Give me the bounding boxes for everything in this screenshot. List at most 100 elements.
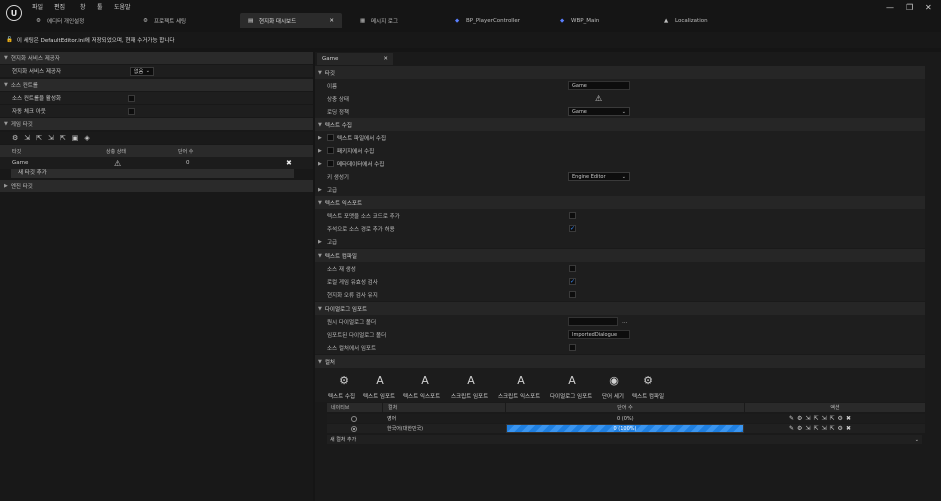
tab-project-settings[interactable]: ⚙ 프로젝트 세팅	[135, 13, 194, 28]
import-text-icon[interactable]: A	[371, 374, 389, 390]
export-icon[interactable]: ⇱	[813, 415, 818, 422]
section-target[interactable]: ▼ 타깃	[315, 66, 925, 79]
count-icon[interactable]: ◈	[84, 134, 89, 142]
load-policy-dropdown[interactable]: Game ⌄	[568, 107, 630, 116]
export-text-icon[interactable]: A	[416, 374, 434, 390]
close-icon[interactable]: ✕	[383, 56, 388, 62]
dialogue-3-checkbox[interactable]	[569, 344, 576, 351]
export-script-icon[interactable]: A	[512, 374, 530, 390]
script-import-icon[interactable]: ⇲	[821, 415, 826, 422]
menu-file[interactable]: 파일	[32, 2, 43, 11]
gather-icon[interactable]: ⚙	[12, 134, 18, 142]
gather-metadata-checkbox[interactable]	[327, 160, 334, 167]
export-1-checkbox[interactable]	[569, 212, 576, 219]
col-native[interactable]: 네이티브	[327, 403, 382, 412]
export-2-checkbox[interactable]: ✓	[569, 225, 576, 232]
import-dialogue-icon[interactable]: A	[563, 374, 581, 390]
col-culture[interactable]: 컬처	[383, 403, 505, 412]
service-provider-dropdown[interactable]: 없음 ⌄	[130, 66, 154, 76]
gather-advanced-row[interactable]: ▶ 고급	[315, 183, 925, 196]
key-generator-dropdown[interactable]: Engine Editor ⌄	[568, 172, 630, 181]
gather-packages-checkbox[interactable]	[327, 147, 334, 154]
section-compile-text[interactable]: ▼ 텍스트 컴파일	[315, 249, 925, 262]
target-row-game[interactable]: Game ⚠ 0 ✖	[0, 157, 313, 169]
browse-button[interactable]: …	[622, 319, 628, 325]
import-dialogue-button[interactable]: 다이얼로그 임포트	[550, 392, 592, 400]
add-target-button[interactable]: 새 타깃 추가	[11, 169, 294, 178]
edit-icon[interactable]: ✎	[789, 415, 794, 422]
gather-text-button[interactable]: 텍스트 수집	[328, 392, 355, 400]
table-row[interactable]: 한국어(대한민국) 0 (100%) ✎ ⚙ ⇲ ⇱ ⇲ ⇱ ⚙ ✖	[327, 424, 925, 433]
gather-icon[interactable]: ⚙	[797, 425, 802, 432]
compile-2-checkbox[interactable]: ✓	[569, 278, 576, 285]
menu-help[interactable]: 도움말	[114, 2, 131, 11]
raw-dialogue-folder-input[interactable]	[568, 317, 618, 326]
add-culture-dropdown[interactable]: 새 컬처 추가 ⌄	[327, 435, 922, 444]
gather-metadata-row[interactable]: ▶ 메타데이터에서 수집	[315, 157, 925, 170]
import-script-button[interactable]: 스크립트 임포트	[451, 392, 488, 400]
section-service-provider[interactable]: ▼ 현지화 서비스 제공자	[0, 52, 313, 64]
section-gather-text[interactable]: ▼ 텍스트 수집	[315, 118, 925, 131]
gather-packages-row[interactable]: ▶ 패키지에서 수집	[315, 144, 925, 157]
compile-3-checkbox[interactable]	[569, 291, 576, 298]
menu-edit[interactable]: 편집	[54, 2, 65, 11]
close-icon[interactable]: ✕	[329, 18, 334, 24]
export-advanced-row[interactable]: ▶ 고급	[315, 235, 925, 248]
minimize-icon[interactable]: —	[886, 3, 894, 12]
script-export-icon[interactable]: ⇱	[60, 134, 66, 142]
section-source-control[interactable]: ▼ 소스 컨트롤	[0, 79, 313, 91]
tab-bp-player-controller[interactable]: ◆ BP_PlayerController	[447, 13, 528, 28]
count-words-button[interactable]: 단어 세기	[602, 392, 624, 400]
section-export-text[interactable]: ▼ 텍스트 익스포트	[315, 196, 925, 209]
tab-wbp-main[interactable]: ◆ WBP_Main	[552, 13, 607, 28]
compile-icon[interactable]: ⚙	[838, 425, 843, 432]
import-text-button[interactable]: 텍스트 임포트	[363, 392, 395, 400]
edit-icon[interactable]: ✎	[789, 425, 794, 432]
tab-message-log[interactable]: ▦ 메시지 로그	[352, 13, 406, 28]
compile-text-button[interactable]: 텍스트 컴파일	[632, 392, 664, 400]
import-script-icon[interactable]: A	[462, 374, 480, 390]
dialogue-icon[interactable]: ▣	[72, 134, 79, 142]
export-text-button[interactable]: 텍스트 익스포트	[403, 392, 440, 400]
section-engine-targets[interactable]: ▶ 엔진 타깃	[0, 180, 313, 192]
delete-icon[interactable]: ✖	[846, 415, 851, 422]
col-actions[interactable]: 액션	[745, 403, 925, 412]
section-dialogue-import[interactable]: ▼ 다이얼로그 임포트	[315, 302, 925, 315]
gather-ini-checkbox[interactable]	[327, 134, 334, 141]
table-row[interactable]: 영어 0 (0%) ✎ ⚙ ⇲ ⇱ ⇲ ⇱ ⚙ ✖	[327, 414, 925, 423]
import-icon[interactable]: ⇲	[805, 425, 810, 432]
name-input[interactable]: Game	[568, 81, 630, 90]
menu-window[interactable]: 창	[80, 2, 86, 11]
tab-localization-dashboard[interactable]: ▤ 현지화 대시보드 ✕	[240, 13, 342, 28]
count-words-icon[interactable]: ◉	[605, 374, 623, 390]
col-word-count[interactable]: 단어 수	[506, 403, 744, 412]
export-icon[interactable]: ⇱	[813, 425, 818, 432]
gather-icon[interactable]: ⚙	[797, 415, 802, 422]
auto-checkout-checkbox[interactable]	[128, 107, 135, 115]
section-game-targets[interactable]: ▼ 게임 타깃	[0, 118, 313, 130]
tab-localization[interactable]: ▲ Localization	[656, 13, 716, 28]
unreal-logo-icon[interactable]: U	[6, 5, 22, 21]
details-tab-game[interactable]: Game ✕	[317, 53, 393, 65]
native-radio[interactable]	[351, 415, 357, 422]
close-window-icon[interactable]: ✕	[925, 3, 932, 12]
restore-icon[interactable]: ❐	[906, 3, 913, 12]
compile-text-icon[interactable]: ⚙	[639, 374, 657, 390]
imported-dialogue-folder-input[interactable]: ImportedDialogue	[568, 330, 630, 339]
export-icon[interactable]: ⇱	[36, 134, 42, 142]
import-icon[interactable]: ⇲	[805, 415, 810, 422]
tab-editor-preferences[interactable]: ⚙ 에디터 개인설정	[28, 13, 92, 28]
export-script-button[interactable]: 스크립트 익스포트	[498, 392, 540, 400]
script-export-icon[interactable]: ⇱	[830, 425, 835, 432]
delete-target-icon[interactable]: ✖	[286, 159, 292, 167]
script-import-icon[interactable]: ⇲	[48, 134, 54, 142]
native-radio[interactable]	[351, 425, 357, 432]
import-icon[interactable]: ⇲	[24, 134, 30, 142]
gather-text-icon[interactable]: ⚙	[335, 374, 353, 390]
script-export-icon[interactable]: ⇱	[830, 415, 835, 422]
compile-icon[interactable]: ⚙	[838, 415, 843, 422]
menu-tools[interactable]: 툴	[97, 2, 103, 11]
section-cultures[interactable]: ▼ 컬처	[315, 355, 925, 368]
gather-ini-row[interactable]: ▶ 텍스트 파일에서 수집	[315, 131, 925, 144]
source-enable-checkbox[interactable]	[128, 94, 135, 102]
